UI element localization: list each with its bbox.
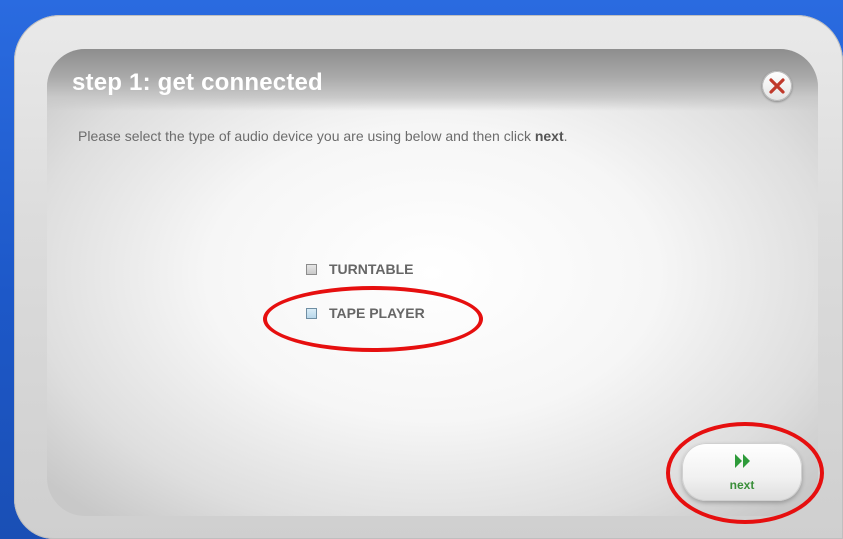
tape-player-label: TAPE PLAYER xyxy=(329,305,425,321)
next-label: next xyxy=(729,478,755,492)
fast-forward-icon xyxy=(735,454,750,468)
dialog-title: step 1: get connected xyxy=(72,69,323,96)
turntable-checkbox[interactable] xyxy=(306,263,317,275)
instruction-prefix: Please select the type of audio device y… xyxy=(78,128,535,144)
option-turntable[interactable]: TURNTABLE xyxy=(306,261,414,277)
dialog-panel: step 1: get connected Please select the … xyxy=(47,49,818,516)
instruction-text: Please select the type of audio device y… xyxy=(78,128,568,144)
tape-player-checkbox[interactable] xyxy=(306,307,317,319)
instruction-next-word: next xyxy=(534,128,564,144)
close-x-icon xyxy=(769,78,785,94)
close-button[interactable] xyxy=(762,71,792,101)
option-tape-player[interactable]: TAPE PLAYER xyxy=(306,305,425,321)
instruction-suffix: . xyxy=(563,128,568,144)
turntable-label: TURNTABLE xyxy=(329,261,414,277)
next-button[interactable]: next xyxy=(682,443,802,501)
